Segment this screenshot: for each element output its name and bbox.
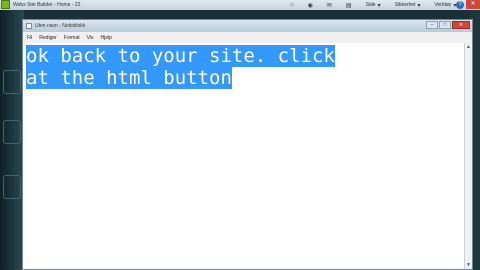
- browser-titlebar: Webs Site Builder - Home - 22 ⌂ ◉ ✉ ▤ Si…: [0, 0, 480, 10]
- chevron-down-icon: ▾: [377, 2, 381, 9]
- print-icon[interactable]: ▤: [346, 2, 352, 9]
- home-icon[interactable]: ⌂: [290, 2, 294, 8]
- selected-text: at the html button: [26, 67, 232, 89]
- browser-toolbar: ⌂ ◉ ✉ ▤ Side ▾ Sikkerhet ▾ Verktøy ▾: [290, 0, 456, 10]
- app-icon: [1, 0, 10, 9]
- minimize-button[interactable]: –: [426, 21, 438, 29]
- help-icon[interactable]: ?: [456, 1, 464, 9]
- scroll-down-icon[interactable]: ▼: [465, 261, 472, 269]
- safety-menu[interactable]: Sikkerhet ▾: [395, 2, 421, 9]
- browser-close-button[interactable]: ✕: [466, 0, 480, 9]
- notepad-icon: [26, 23, 32, 29]
- page-menu[interactable]: Side ▾: [366, 2, 381, 9]
- browser-title: Webs Site Builder - Home - 22: [13, 2, 81, 8]
- tools-menu[interactable]: Verktøy ▾: [434, 2, 456, 9]
- panel-decoration: [3, 175, 21, 199]
- selected-text: ok back to your site. click: [26, 45, 335, 67]
- menu-bar: Fil Rediger Format Vis Hjelp: [23, 32, 472, 43]
- menu-file[interactable]: Fil: [27, 35, 32, 41]
- feed-icon[interactable]: ◉: [308, 2, 313, 9]
- window-controls: – □ ✕: [426, 21, 470, 29]
- menu-view[interactable]: Vis: [87, 35, 94, 41]
- text-line: at the html button: [26, 67, 464, 89]
- notepad-title: Uten navn - Notisblokk: [35, 23, 86, 29]
- menu-format[interactable]: Format: [64, 35, 80, 41]
- panel-decoration: [3, 120, 21, 144]
- vertical-scrollbar[interactable]: ▲ ▼: [464, 43, 472, 269]
- text-editor[interactable]: ok back to your site. click at the html …: [23, 43, 464, 269]
- close-button[interactable]: ✕: [452, 21, 470, 29]
- panel-decoration: [3, 70, 21, 94]
- notepad-window: Uten navn - Notisblokk – □ ✕ Fil Rediger…: [22, 19, 473, 270]
- menu-edit[interactable]: Rediger: [39, 35, 57, 41]
- menu-help[interactable]: Hjelp: [101, 35, 112, 41]
- mail-icon[interactable]: ✉: [327, 2, 332, 9]
- notepad-titlebar[interactable]: Uten navn - Notisblokk – □ ✕: [23, 20, 472, 32]
- scroll-up-icon[interactable]: ▲: [465, 43, 472, 51]
- browser-left-panel: [0, 10, 24, 270]
- chevron-down-icon: ▾: [417, 2, 421, 9]
- maximize-button[interactable]: □: [439, 21, 451, 29]
- text-line: ok back to your site. click: [26, 45, 464, 67]
